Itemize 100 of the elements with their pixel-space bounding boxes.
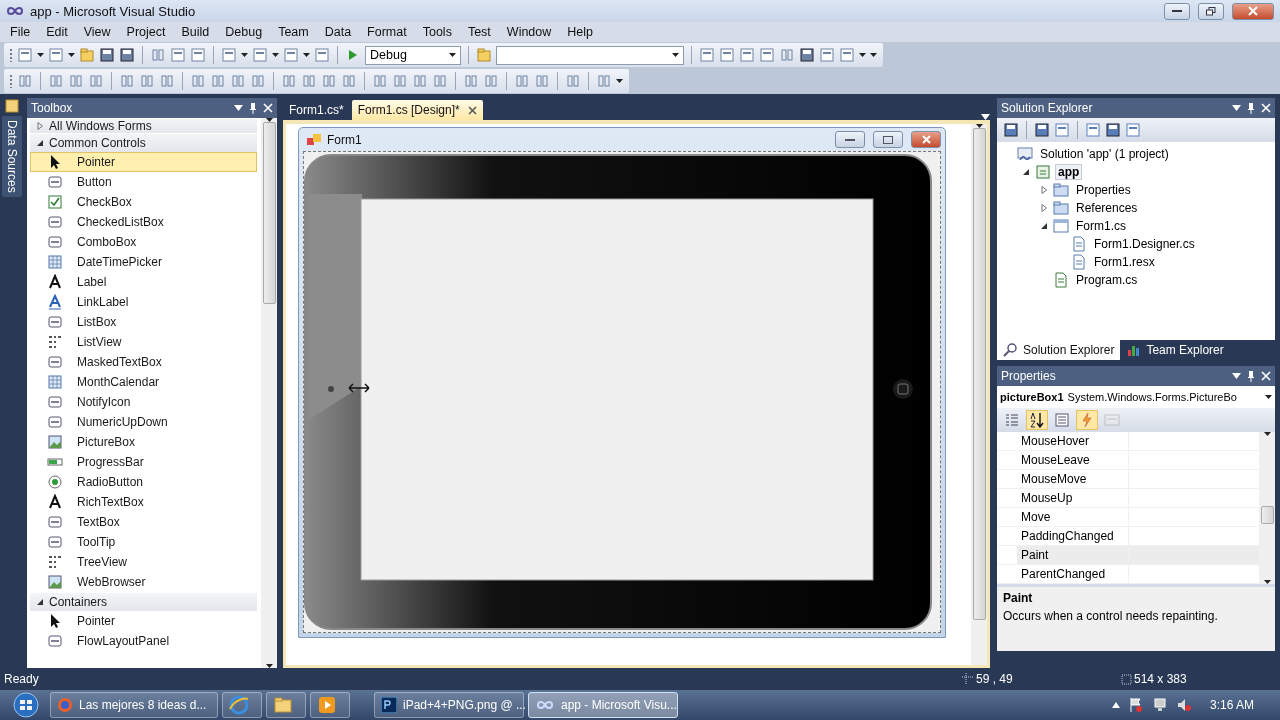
toolbox-item[interactable]: WebBrowser — [30, 572, 257, 592]
control-icon — [47, 394, 63, 410]
menu-item[interactable]: Help — [559, 25, 601, 39]
menu-item[interactable]: Team — [270, 25, 317, 39]
calendar-icon — [47, 254, 63, 270]
expander-icon[interactable] — [36, 139, 44, 147]
restore-button[interactable] — [1198, 2, 1224, 20]
menu-item[interactable]: Tools — [414, 25, 460, 39]
tree-item[interactable]: Form1.cs — [1073, 218, 1129, 234]
pin-icon — [249, 102, 257, 114]
toolbox-item[interactable]: ComboBox — [30, 232, 257, 252]
panel-tab[interactable]: Team Explorer — [1120, 340, 1230, 360]
close-icon — [1248, 6, 1258, 16]
scrollbar-thumb[interactable] — [972, 128, 986, 620]
panel-tab[interactable]: Solution Explorer — [997, 340, 1121, 360]
toolbox-item[interactable]: ListView — [30, 332, 257, 352]
sort-icon — [1029, 412, 1045, 428]
toolbox-item[interactable]: PictureBox — [30, 432, 257, 452]
maximize-button[interactable] — [873, 131, 903, 148]
list-icon — [47, 554, 63, 570]
toolbox-item[interactable]: ListBox — [30, 312, 257, 332]
toolbox-item[interactable]: NotifyIcon — [30, 392, 257, 412]
tree-item[interactable]: Program.cs — [1073, 272, 1141, 288]
tree-item[interactable]: app — [1055, 164, 1083, 180]
property-name[interactable]: Paint — [1017, 546, 1129, 564]
menu-item[interactable]: Edit — [38, 25, 76, 39]
close-button[interactable] — [1232, 2, 1274, 20]
menu-item[interactable]: Project — [118, 25, 174, 39]
code-file-icon — [1053, 272, 1069, 288]
toolbox-item[interactable]: CheckBox — [30, 192, 257, 212]
menu-item[interactable]: Format — [359, 25, 415, 39]
tree-item[interactable]: Properties — [1073, 182, 1134, 198]
solution-icon — [1017, 146, 1033, 162]
toolbox-item[interactable]: ProgressBar — [30, 452, 257, 472]
toolbar-grip-icon — [10, 47, 13, 63]
toolbox-item[interactable]: Pointer — [30, 611, 257, 631]
group-header[interactable]: Containers — [49, 595, 108, 609]
toolbox-item[interactable]: RichTextBox — [30, 492, 257, 512]
toolbox-item[interactable]: Button — [30, 172, 257, 192]
scrollbar[interactable] — [261, 118, 277, 668]
toolbar-button[interactable] — [1026, 410, 1048, 430]
window-title: app - Microsoft Visual Studio — [30, 3, 197, 19]
toolbox-item[interactable]: ToolTip — [30, 532, 257, 552]
menu-item[interactable]: File — [2, 25, 39, 39]
infinity-icon — [6, 6, 24, 16]
overflow-caret-icon — [616, 79, 623, 83]
scrollbar[interactable] — [971, 124, 987, 665]
close-icon — [1261, 371, 1271, 381]
scrollbar-thumb[interactable] — [1260, 506, 1274, 524]
close-icon — [467, 105, 477, 115]
menu-item[interactable]: View — [75, 25, 119, 39]
object-selector[interactable]: pictureBox1 System.Windows.Forms.PictureBo — [997, 386, 1275, 408]
expander-icon[interactable] — [1040, 222, 1048, 230]
control-icon — [47, 354, 63, 370]
toolbox-item[interactable]: RadioButton — [30, 472, 257, 492]
tree-item[interactable]: Form1.Designer.cs — [1091, 236, 1198, 252]
tree-item[interactable]: Solution 'app' (1 project) — [1037, 146, 1172, 162]
menu-item[interactable]: Window — [498, 25, 560, 39]
menu-item[interactable]: Data — [316, 25, 360, 39]
toolbox-item[interactable]: TreeView — [30, 552, 257, 572]
scrollbar-thumb[interactable] — [262, 122, 276, 304]
toolbox-item[interactable]: Pointer — [30, 152, 257, 172]
expander-icon[interactable] — [1022, 168, 1030, 176]
minimize-button[interactable] — [835, 131, 865, 148]
toolbox-item[interactable]: Label — [30, 272, 257, 292]
folder-icon — [1053, 182, 1069, 198]
taskbar-button[interactable] — [222, 692, 262, 718]
tree-item[interactable]: References — [1073, 200, 1141, 216]
document-tab[interactable]: Form1.cs [Design]* — [351, 100, 483, 120]
toolbox-item[interactable]: MaskedTextBox — [30, 352, 257, 372]
taskbar-button[interactable]: iPad+4+PNG.png @ ... — [374, 692, 524, 718]
toolbox-item[interactable]: CheckedListBox — [30, 212, 257, 232]
menu-item[interactable]: Test — [459, 25, 499, 39]
toolbox-item[interactable]: NumericUpDown — [30, 412, 257, 432]
toolbox-item[interactable]: DateTimePicker — [30, 252, 257, 272]
taskbar-button[interactable]: Las mejores 8 ideas d... — [50, 692, 218, 718]
toolbox-item[interactable]: FlowLayoutPanel — [30, 631, 257, 651]
checkbox-icon — [47, 194, 63, 210]
restore-icon — [1206, 6, 1216, 16]
search-dropdown[interactable] — [496, 45, 684, 65]
image-editor-icon — [381, 697, 397, 713]
expander-icon[interactable] — [36, 598, 44, 606]
form-window[interactable]: Form1 — [298, 127, 946, 638]
tree-item[interactable]: Form1.resx — [1091, 254, 1158, 270]
toolbox-item[interactable]: LinkLabel — [30, 292, 257, 312]
minimize-button[interactable] — [1164, 2, 1190, 20]
save-icon[interactable] — [99, 47, 115, 63]
toolbox-item[interactable]: MonthCalendar — [30, 372, 257, 392]
taskbar-button[interactable] — [266, 692, 306, 718]
close-button[interactable] — [911, 131, 941, 148]
configuration-dropdown[interactable]: Debug — [365, 45, 461, 65]
menu-item[interactable]: Debug — [217, 25, 271, 39]
menu-item[interactable]: Build — [173, 25, 218, 39]
side-tab[interactable]: Data Sources — [2, 116, 22, 197]
scrollbar[interactable] — [1259, 432, 1275, 584]
radio-icon — [47, 474, 63, 490]
save-all-icon[interactable] — [119, 47, 135, 63]
document-tab[interactable]: Form1.cs* — [283, 100, 350, 120]
toolbox-item[interactable]: TextBox — [30, 512, 257, 532]
taskbar-button[interactable] — [310, 692, 350, 718]
